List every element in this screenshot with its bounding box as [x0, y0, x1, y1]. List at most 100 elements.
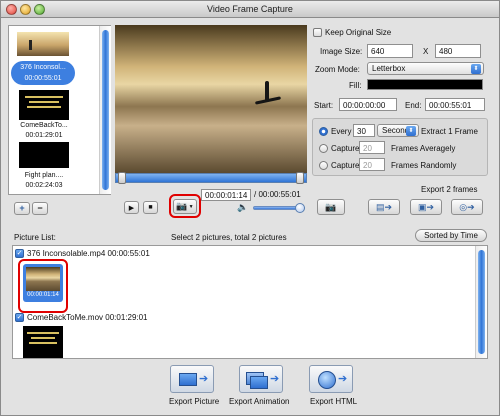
- chevron-updown-icon: ⬍: [406, 126, 416, 136]
- chevron-down-icon: ▼: [188, 203, 194, 210]
- file-thumbnail-3[interactable]: [19, 142, 69, 168]
- thumb-text-line: [29, 342, 57, 344]
- chevron-updown-icon: ⬍: [471, 64, 481, 74]
- export-html-button-small[interactable]: ◎➔: [451, 199, 483, 215]
- sort-by-time-button[interactable]: Sorted by Time: [415, 229, 487, 242]
- timeline-end-handle[interactable]: [296, 172, 304, 184]
- surfer-silhouette: [29, 40, 32, 50]
- group-checkbox-2[interactable]: ✓: [15, 313, 24, 322]
- start-label: Start:: [314, 101, 334, 110]
- file-thumbnail-1[interactable]: [17, 32, 69, 56]
- frames-averagely-label: Frames Averagely: [391, 144, 456, 153]
- window-title: Video Frame Capture: [207, 4, 293, 14]
- export-html-button[interactable]: ➔: [309, 365, 353, 393]
- zoom-mode-select[interactable]: Letterbox ⬍: [367, 62, 484, 75]
- image-size-label: Image Size:: [320, 47, 363, 56]
- timeline-slider[interactable]: [115, 172, 307, 184]
- thumb-text-line: [27, 332, 59, 334]
- video-preview: [115, 25, 307, 173]
- export-doc-icon: ▤➔: [375, 201, 393, 212]
- total-time-label: / 00:00:55:01: [254, 190, 301, 199]
- export-frames-button[interactable]: ▤➔: [368, 199, 400, 215]
- keep-original-size-checkbox[interactable]: [313, 28, 322, 37]
- file-duration-2: 00:01:29:01: [25, 132, 63, 139]
- size-x-label: X: [423, 47, 429, 56]
- snapshot-settings-button[interactable]: 📷: [317, 199, 345, 215]
- file-name-1: 376 Inconsol...: [20, 64, 66, 71]
- interval-unit-select[interactable]: Second ⬍: [377, 124, 419, 137]
- thumb-text-line: [27, 106, 61, 108]
- keep-original-size-label: Keep Original Size: [325, 28, 392, 37]
- zoom-mode-value: Letterbox: [372, 64, 406, 73]
- start-time-field[interactable]: 00:00:00:00: [339, 98, 397, 111]
- width-field[interactable]: 640: [367, 44, 413, 58]
- volume-slider[interactable]: [253, 203, 305, 213]
- file-list-scroll-thumb[interactable]: [102, 30, 109, 190]
- play-button[interactable]: ▶: [124, 201, 139, 214]
- file-duration-1: 00:00:55:01: [24, 75, 62, 82]
- current-time-field[interactable]: 00:00:01:14: [201, 189, 251, 201]
- picture-list-title: Picture List:: [14, 233, 56, 242]
- zoom-mode-label: Zoom Mode:: [315, 65, 360, 74]
- group-label-1: 376 Inconsolable.mp4 00:00:55:01: [27, 249, 150, 258]
- group-checkbox-1[interactable]: ✓: [15, 249, 24, 258]
- picture-list-panel[interactable]: ✓ 376 Inconsolable.mp4 00:00:55:01 00:00…: [12, 245, 488, 359]
- file-thumbnail-2[interactable]: [19, 90, 69, 120]
- globe-icon: [318, 371, 336, 389]
- export-animation-button-small[interactable]: ▣➔: [410, 199, 442, 215]
- capture-label-2: Capture: [331, 161, 360, 170]
- minus-icon: −: [37, 203, 43, 213]
- thumb-text-line: [25, 96, 63, 98]
- arrow-right-icon: ➔: [199, 373, 209, 385]
- end-label: End:: [405, 101, 422, 110]
- capture-averagely-radio[interactable]: [319, 144, 328, 153]
- plus-icon: +: [19, 203, 25, 213]
- picture-icon: [179, 373, 197, 386]
- picture-list-scroll-thumb[interactable]: [478, 250, 485, 354]
- capture-frame-button[interactable]: 📷 ▼: [173, 199, 197, 214]
- file-list-item-2[interactable]: ComeBackTo... 00:01:29:01: [11, 121, 77, 141]
- camera-icon: 📷: [176, 201, 188, 211]
- export-html-label: Export HTML: [310, 397, 358, 406]
- height-field[interactable]: 480: [435, 44, 481, 58]
- file-list-scrollbar[interactable]: [99, 26, 111, 194]
- app-window: Video Frame Capture 376 Inconsol... 00:0…: [0, 0, 500, 416]
- picture-list-scrollbar[interactable]: [475, 246, 487, 358]
- play-icon: ▶: [128, 204, 135, 212]
- add-file-button[interactable]: +: [14, 202, 30, 215]
- picture-thumb-selected[interactable]: 00:00:01:14: [23, 264, 63, 302]
- video-file-list[interactable]: 376 Inconsol... 00:00:55:01 ComeBackTo..…: [8, 25, 111, 195]
- every-value-field[interactable]: 30: [353, 124, 375, 137]
- capture-label-1: Capture: [331, 144, 360, 153]
- picture-thumb-2[interactable]: [23, 326, 63, 358]
- capture-averagely-field[interactable]: 20: [359, 141, 385, 154]
- capture-randomly-field[interactable]: 20: [359, 158, 385, 171]
- animation-icon: ▣➔: [417, 201, 435, 212]
- picture-thumb-time: 00:00:01:14: [27, 292, 59, 298]
- every-radio[interactable]: [319, 127, 328, 136]
- export-animation-button[interactable]: ➔: [239, 365, 283, 393]
- timeline-start-handle[interactable]: [118, 172, 126, 184]
- fill-color-well[interactable]: [367, 79, 483, 90]
- arrow-right-icon: ➔: [270, 373, 280, 385]
- stop-icon: ■: [148, 204, 153, 211]
- every-label: Every: [331, 127, 352, 136]
- html-globe-icon: ◎➔: [459, 201, 475, 212]
- volume-slider-knob[interactable]: [294, 203, 305, 213]
- camera-gear-icon: 📷: [325, 201, 337, 212]
- remove-file-button[interactable]: −: [32, 202, 48, 215]
- file-list-item-3[interactable]: Fight plan.... 00:02:24:03: [11, 171, 77, 191]
- file-name-2: ComeBackTo...: [20, 122, 68, 129]
- file-list-item-selected[interactable]: 376 Inconsol... 00:00:55:01: [11, 61, 75, 85]
- file-name-3: Fight plan....: [24, 172, 64, 179]
- extract-frame-label: Extract 1 Frame: [421, 127, 478, 136]
- picture-list-summary: Select 2 pictures, total 2 pictures: [171, 233, 287, 242]
- title-bar: Video Frame Capture: [1, 1, 499, 18]
- export-picture-button[interactable]: ➔: [170, 365, 214, 393]
- end-time-field[interactable]: 00:00:55:01: [425, 98, 485, 111]
- stop-button[interactable]: ■: [143, 201, 158, 214]
- file-duration-3: 00:02:24:03: [25, 182, 63, 189]
- export-picture-label: Export Picture: [169, 397, 220, 406]
- arrow-right-icon: ➔: [338, 373, 348, 385]
- capture-randomly-radio[interactable]: [319, 161, 328, 170]
